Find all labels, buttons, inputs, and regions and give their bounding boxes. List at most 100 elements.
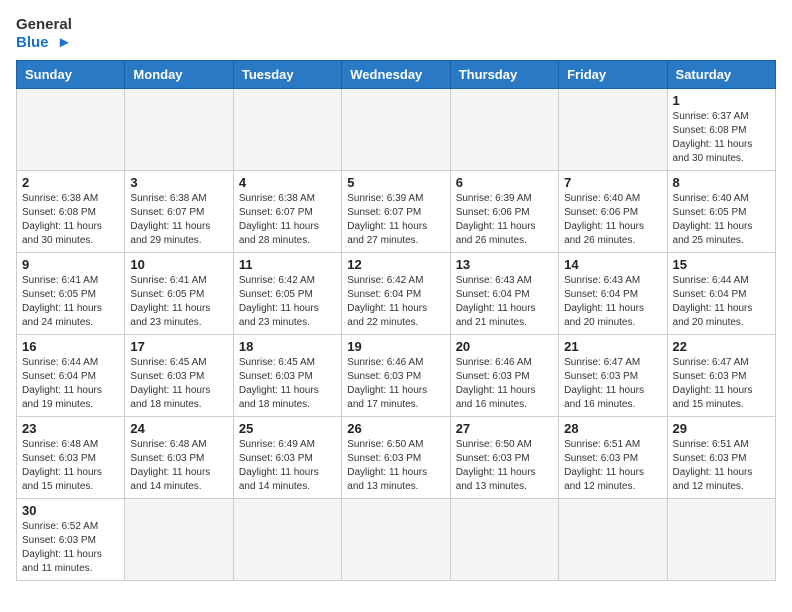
- day-number: 22: [673, 339, 770, 354]
- day-number: 2: [22, 175, 119, 190]
- weekday-header-row: SundayMondayTuesdayWednesdayThursdayFrid…: [17, 61, 776, 89]
- header: General Blue ►: [16, 16, 776, 52]
- day-info: Sunrise: 6:42 AMSunset: 6:05 PMDaylight:…: [239, 274, 336, 330]
- calendar-cell: [125, 499, 233, 581]
- day-info: Sunrise: 6:51 AMSunset: 6:03 PMDaylight:…: [564, 438, 661, 494]
- calendar-cell: [17, 89, 125, 171]
- day-number: 26: [347, 421, 444, 436]
- calendar-cell: 6 Sunrise: 6:39 AMSunset: 6:06 PMDaylight…: [450, 171, 558, 253]
- calendar-cell: 4Sunrise: 6:38 AMSunset: 6:07 PMDaylight…: [233, 171, 341, 253]
- day-number: 15: [673, 257, 770, 272]
- calendar-cell: 27Sunrise: 6:50 AMSunset: 6:03 PMDayligh…: [450, 417, 558, 499]
- day-info: Sunrise: 6:41 AMSunset: 6:05 PMDaylight:…: [22, 274, 119, 330]
- calendar-cell: 15Sunrise: 6:44 AMSunset: 6:04 PMDayligh…: [667, 253, 775, 335]
- calendar-cell: 23 Sunrise: 6:48 AMSunset: 6:03 PMDayligh…: [17, 417, 125, 499]
- day-info: Sunrise: 6:38 AMSunset: 6:07 PMDaylight:…: [130, 192, 227, 248]
- day-number: 10: [130, 257, 227, 272]
- calendar-cell: 16 Sunrise: 6:44 AMSunset: 6:04 PMDayligh…: [17, 335, 125, 417]
- calendar-cell: 11 Sunrise: 6:42 AMSunset: 6:05 PMDayligh…: [233, 253, 341, 335]
- weekday-header-tuesday: Tuesday: [233, 61, 341, 89]
- calendar-cell: [450, 89, 558, 171]
- calendar-cell: 3 Sunrise: 6:38 AMSunset: 6:07 PMDaylight…: [125, 171, 233, 253]
- calendar-cell: 7 Sunrise: 6:40 AMSunset: 6:06 PMDaylight…: [559, 171, 667, 253]
- calendar-cell: 10 Sunrise: 6:41 AMSunset: 6:05 PMDayligh…: [125, 253, 233, 335]
- calendar-cell: [667, 499, 775, 581]
- day-number: 11: [239, 257, 336, 272]
- week-row-2: 2 Sunrise: 6:38 AMSunset: 6:08 PMDaylight…: [17, 171, 776, 253]
- day-info: Sunrise: 6:41 AMSunset: 6:05 PMDaylight:…: [130, 274, 227, 330]
- day-number: 21: [564, 339, 661, 354]
- day-info: Sunrise: 6:52 AMSunset: 6:03 PMDaylight:…: [22, 520, 119, 576]
- day-info: Sunrise: 6:48 AMSunset: 6:03 PMDaylight:…: [130, 438, 227, 494]
- calendar-cell: 29 Sunrise: 6:51 AMSunset: 6:03 PMDayligh…: [667, 417, 775, 499]
- day-number: 8: [673, 175, 770, 190]
- weekday-header-saturday: Saturday: [667, 61, 775, 89]
- calendar-cell: [125, 89, 233, 171]
- calendar-cell: [342, 89, 450, 171]
- calendar-cell: 25 Sunrise: 6:49 AMSunset: 6:03 PMDayligh…: [233, 417, 341, 499]
- day-number: 16: [22, 339, 119, 354]
- calendar-cell: 19Sunrise: 6:46 AMSunset: 6:03 PMDayligh…: [342, 335, 450, 417]
- calendar-cell: 9 Sunrise: 6:41 AMSunset: 6:05 PMDaylight…: [17, 253, 125, 335]
- day-info: Sunrise: 6:44 AMSunset: 6:04 PMDaylight:…: [22, 356, 119, 412]
- day-number: 1: [673, 93, 770, 108]
- day-number: 29: [673, 421, 770, 436]
- calendar-cell: 20Sunrise: 6:46 AMSunset: 6:03 PMDayligh…: [450, 335, 558, 417]
- day-number: 7: [564, 175, 661, 190]
- day-info: Sunrise: 6:49 AMSunset: 6:03 PMDaylight:…: [239, 438, 336, 494]
- week-row-4: 16 Sunrise: 6:44 AMSunset: 6:04 PMDayligh…: [17, 335, 776, 417]
- calendar-cell: 13 Sunrise: 6:43 AMSunset: 6:04 PMDayligh…: [450, 253, 558, 335]
- calendar-cell: [450, 499, 558, 581]
- day-number: 9: [22, 257, 119, 272]
- day-info: Sunrise: 6:51 AMSunset: 6:03 PMDaylight:…: [673, 438, 770, 494]
- week-row-6: 30 Sunrise: 6:52 AMSunset: 6:03 PMDayligh…: [17, 499, 776, 581]
- day-info: Sunrise: 6:46 AMSunset: 6:03 PMDaylight:…: [456, 356, 553, 412]
- calendar-cell: 22 Sunrise: 6:47 AMSunset: 6:03 PMDayligh…: [667, 335, 775, 417]
- week-row-5: 23 Sunrise: 6:48 AMSunset: 6:03 PMDayligh…: [17, 417, 776, 499]
- calendar-cell: 14 Sunrise: 6:43 AMSunset: 6:04 PMDayligh…: [559, 253, 667, 335]
- day-info: Sunrise: 6:42 AMSunset: 6:04 PMDaylight:…: [347, 274, 444, 330]
- day-number: 25: [239, 421, 336, 436]
- day-number: 17: [130, 339, 227, 354]
- day-info: Sunrise: 6:39 AMSunset: 6:06 PMDaylight:…: [456, 192, 553, 248]
- calendar-cell: 17 Sunrise: 6:45 AMSunset: 6:03 PMDayligh…: [125, 335, 233, 417]
- calendar-cell: [233, 499, 341, 581]
- day-number: 30: [22, 503, 119, 518]
- day-number: 6: [456, 175, 553, 190]
- day-number: 12: [347, 257, 444, 272]
- calendar-cell: 5Sunrise: 6:39 AMSunset: 6:07 PMDaylight…: [342, 171, 450, 253]
- calendar-cell: 12 Sunrise: 6:42 AMSunset: 6:04 PMDayligh…: [342, 253, 450, 335]
- weekday-header-friday: Friday: [559, 61, 667, 89]
- calendar-cell: 1 Sunrise: 6:37 AMSunset: 6:08 PMDaylight…: [667, 89, 775, 171]
- weekday-header-wednesday: Wednesday: [342, 61, 450, 89]
- day-info: Sunrise: 6:48 AMSunset: 6:03 PMDaylight:…: [22, 438, 119, 494]
- weekday-header-thursday: Thursday: [450, 61, 558, 89]
- day-info: Sunrise: 6:40 AMSunset: 6:06 PMDaylight:…: [564, 192, 661, 248]
- day-number: 13: [456, 257, 553, 272]
- day-info: Sunrise: 6:43 AMSunset: 6:04 PMDaylight:…: [456, 274, 553, 330]
- day-number: 28: [564, 421, 661, 436]
- day-info: Sunrise: 6:37 AMSunset: 6:08 PMDaylight:…: [673, 110, 770, 166]
- day-number: 4: [239, 175, 336, 190]
- day-info: Sunrise: 6:43 AMSunset: 6:04 PMDaylight:…: [564, 274, 661, 330]
- day-info: Sunrise: 6:50 AMSunset: 6:03 PMDaylight:…: [347, 438, 444, 494]
- day-number: 14: [564, 257, 661, 272]
- day-number: 24: [130, 421, 227, 436]
- logo-text: General Blue ►: [16, 16, 72, 52]
- week-row-1: 1 Sunrise: 6:37 AMSunset: 6:08 PMDaylight…: [17, 89, 776, 171]
- calendar-cell: 18Sunrise: 6:45 AMSunset: 6:03 PMDayligh…: [233, 335, 341, 417]
- calendar-cell: [559, 499, 667, 581]
- calendar-cell: 30 Sunrise: 6:52 AMSunset: 6:03 PMDayligh…: [17, 499, 125, 581]
- day-number: 3: [130, 175, 227, 190]
- day-number: 19: [347, 339, 444, 354]
- day-info: Sunrise: 6:50 AMSunset: 6:03 PMDaylight:…: [456, 438, 553, 494]
- day-info: Sunrise: 6:40 AMSunset: 6:05 PMDaylight:…: [673, 192, 770, 248]
- day-info: Sunrise: 6:38 AMSunset: 6:08 PMDaylight:…: [22, 192, 119, 248]
- week-row-3: 9 Sunrise: 6:41 AMSunset: 6:05 PMDaylight…: [17, 253, 776, 335]
- calendar-cell: 24 Sunrise: 6:48 AMSunset: 6:03 PMDayligh…: [125, 417, 233, 499]
- logo: General Blue ►: [16, 16, 72, 52]
- day-info: Sunrise: 6:47 AMSunset: 6:03 PMDaylight:…: [673, 356, 770, 412]
- day-number: 23: [22, 421, 119, 436]
- day-info: Sunrise: 6:45 AMSunset: 6:03 PMDaylight:…: [130, 356, 227, 412]
- day-info: Sunrise: 6:39 AMSunset: 6:07 PMDaylight:…: [347, 192, 444, 248]
